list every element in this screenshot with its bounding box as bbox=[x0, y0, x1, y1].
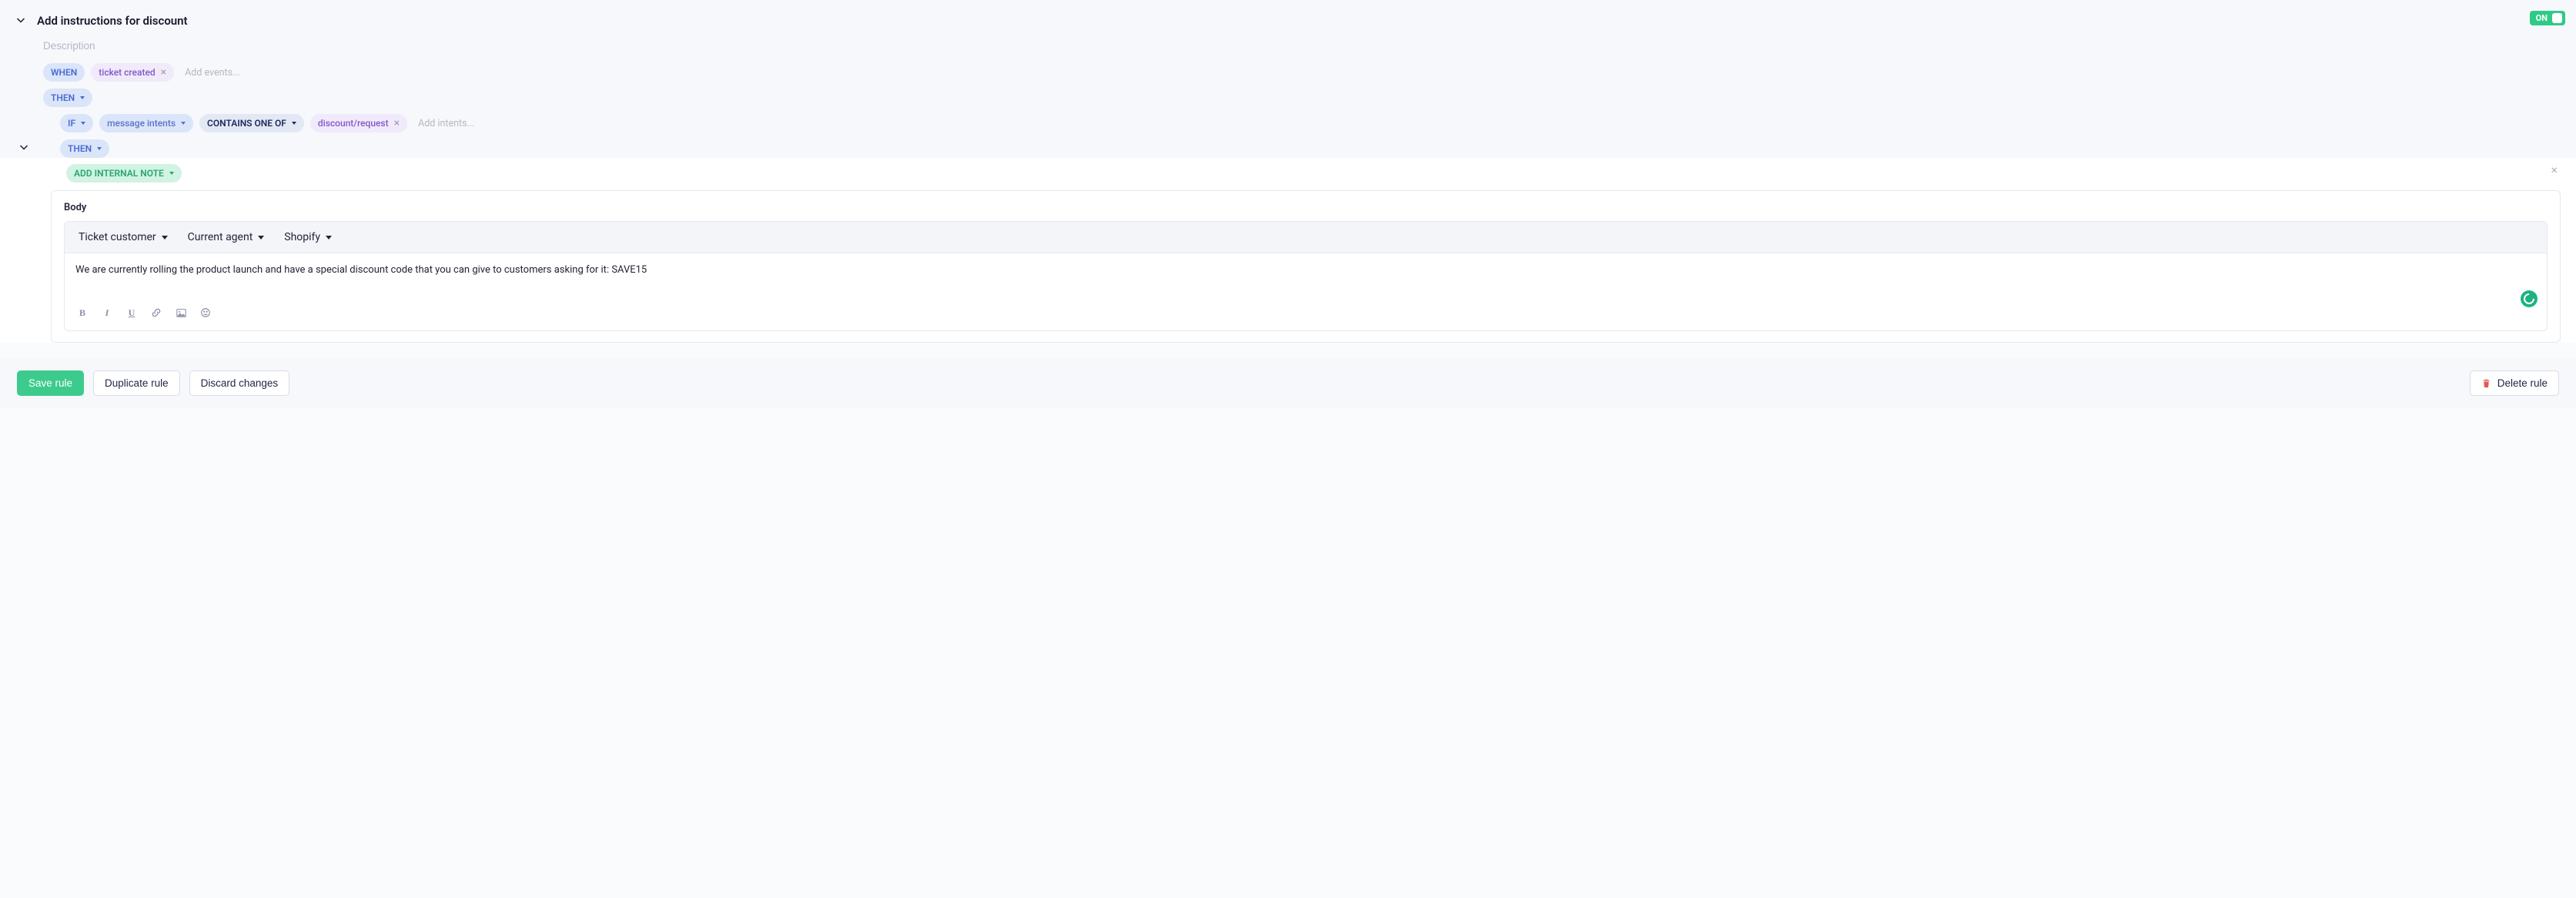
rule-content: WHEN ticket created × Add events... THEN… bbox=[43, 63, 2561, 132]
condition-value-label: discount/request bbox=[318, 118, 389, 129]
action-header: ADD INTERNAL NOTE × bbox=[0, 164, 2576, 183]
caret-icon bbox=[80, 96, 85, 99]
discard-changes-button[interactable]: Discard changes bbox=[189, 370, 290, 396]
then-pill[interactable]: THEN bbox=[43, 89, 92, 107]
dropdown-label: Ticket customer bbox=[79, 231, 156, 243]
add-intents-input[interactable]: Add intents... bbox=[413, 118, 474, 129]
image-button[interactable] bbox=[174, 306, 188, 320]
caret-icon bbox=[258, 236, 264, 240]
page-title: Add instructions for discount bbox=[37, 14, 188, 28]
duplicate-rule-button[interactable]: Duplicate rule bbox=[93, 370, 180, 396]
when-label: WHEN bbox=[51, 67, 77, 78]
close-icon[interactable]: × bbox=[394, 118, 400, 129]
trash-icon bbox=[2481, 378, 2491, 388]
editor-text: We are currently rolling the product lau… bbox=[75, 264, 647, 276]
action-label: ADD INTERNAL NOTE bbox=[74, 168, 164, 179]
caret-icon bbox=[162, 236, 168, 240]
close-icon[interactable]: × bbox=[2551, 164, 2558, 176]
close-icon[interactable]: × bbox=[161, 67, 166, 78]
delete-rule-button[interactable]: Delete rule bbox=[2470, 370, 2559, 396]
then-pill-inner[interactable]: THEN bbox=[60, 139, 109, 158]
format-toolbar: B I U bbox=[65, 300, 223, 326]
bold-button[interactable]: B bbox=[75, 306, 89, 320]
then-label-inner: THEN bbox=[68, 143, 92, 154]
if-label: IF bbox=[68, 118, 75, 129]
then-label: THEN bbox=[51, 92, 75, 103]
italic-button[interactable]: I bbox=[100, 306, 114, 320]
title-row: Add instructions for discount bbox=[15, 14, 2561, 28]
underline-button[interactable]: U bbox=[125, 306, 139, 320]
grammarly-icon[interactable] bbox=[2521, 290, 2538, 307]
if-pill[interactable]: IF bbox=[60, 114, 93, 132]
var-current-agent-dropdown[interactable]: Current agent bbox=[188, 231, 265, 243]
when-row: WHEN ticket created × Add events... bbox=[43, 63, 2561, 82]
dropdown-label: Current agent bbox=[188, 231, 253, 243]
chevron-down-icon[interactable] bbox=[18, 142, 29, 153]
var-shopify-dropdown[interactable]: Shopify bbox=[284, 231, 332, 243]
event-label: ticket created bbox=[99, 67, 155, 78]
chevron-down-icon[interactable] bbox=[15, 15, 26, 26]
save-rule-button[interactable]: Save rule bbox=[17, 370, 84, 396]
when-pill[interactable]: WHEN bbox=[43, 63, 85, 82]
condition-value-pill[interactable]: discount/request × bbox=[310, 114, 407, 132]
toggle-label: ON bbox=[2536, 13, 2548, 23]
footer-actions: Save rule Duplicate rule Discard changes… bbox=[0, 358, 2576, 408]
delete-rule-label: Delete rule bbox=[2497, 377, 2548, 389]
rule-enabled-toggle[interactable]: ON bbox=[2530, 11, 2565, 25]
description-input[interactable] bbox=[43, 39, 2527, 52]
caret-icon bbox=[181, 122, 186, 125]
caret-icon bbox=[97, 147, 102, 150]
event-pill[interactable]: ticket created × bbox=[91, 63, 174, 82]
action-pill[interactable]: ADD INTERNAL NOTE bbox=[66, 164, 182, 183]
var-ticket-customer-dropdown[interactable]: Ticket customer bbox=[79, 231, 168, 243]
condition-field-pill[interactable]: message intents bbox=[99, 114, 193, 132]
condition-operator-label: CONTAINS ONE OF bbox=[207, 118, 286, 129]
rule-header-section: Add instructions for discount ON WHEN ti… bbox=[0, 0, 2576, 158]
action-section: ADD INTERNAL NOTE × Body Ticket customer… bbox=[0, 158, 2576, 343]
if-row: IF message intents CONTAINS ONE OF disco… bbox=[60, 114, 2561, 132]
editor-panel: Ticket customer Current agent Shopify We… bbox=[64, 221, 2548, 331]
then-action-row: THEN bbox=[15, 139, 2561, 158]
caret-icon bbox=[326, 236, 332, 240]
condition-operator-pill[interactable]: CONTAINS ONE OF bbox=[199, 114, 304, 132]
emoji-button[interactable] bbox=[199, 306, 212, 320]
link-button[interactable] bbox=[149, 306, 163, 320]
caret-icon bbox=[292, 122, 296, 125]
editor-var-toolbar: Ticket customer Current agent Shopify bbox=[65, 222, 2547, 253]
toggle-knob bbox=[2552, 13, 2562, 23]
action-body-panel: Body Ticket customer Current agent Shopi… bbox=[51, 190, 2561, 343]
dropdown-label: Shopify bbox=[284, 231, 320, 243]
caret-icon bbox=[81, 122, 85, 125]
editor-content[interactable]: We are currently rolling the product lau… bbox=[65, 253, 2547, 330]
body-label: Body bbox=[64, 202, 2548, 213]
condition-field-label: message intents bbox=[107, 118, 176, 129]
then-row: THEN bbox=[43, 89, 2561, 107]
caret-icon bbox=[169, 172, 174, 175]
add-events-input[interactable]: Add events... bbox=[180, 67, 240, 79]
